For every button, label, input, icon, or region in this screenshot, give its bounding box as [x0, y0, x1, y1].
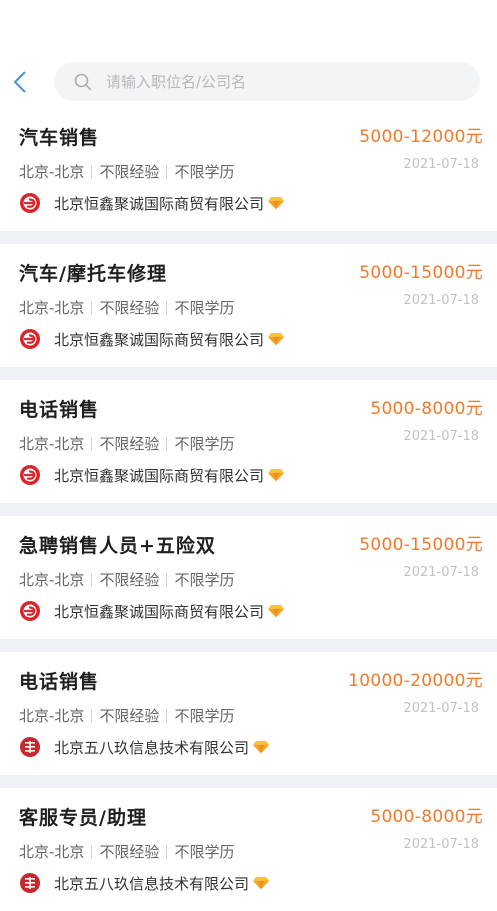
job-list: 汽车销售 5000-12000元 北京-北京 不限经验 不限学历 2021-07…: [0, 108, 497, 911]
company-logo-icon: [19, 192, 41, 214]
job-salary: 5000-8000元: [370, 807, 483, 827]
company-row: 北京恒鑫聚诚国际商贸有限公司: [19, 328, 285, 350]
company-row: 北京五八玖信息技术有限公司: [19, 736, 270, 758]
company-logo-icon: [19, 600, 41, 622]
job-card[interactable]: 客服专员/助理 5000-8000元 北京-北京 不限经验 不限学历 2021-…: [0, 788, 497, 911]
job-card[interactable]: 电话销售 5000-8000元 北京-北京 不限经验 不限学历 2021-07-…: [0, 380, 497, 503]
job-date: 2021-07-18: [403, 565, 479, 580]
job-tags: 北京-北京 不限经验 不限学历: [19, 841, 234, 862]
job-card[interactable]: 汽车/摩托车修理 5000-15000元 北京-北京 不限经验 不限学历 202…: [0, 244, 497, 367]
tag-divider: [91, 844, 93, 859]
separator: [0, 367, 497, 380]
search-bar: [0, 56, 497, 108]
job-location: 北京-北京: [19, 843, 85, 861]
company-name: 北京恒鑫聚诚国际商贸有限公司: [54, 602, 265, 621]
diamond-icon: [253, 740, 270, 754]
job-title: 汽车/摩托车修理: [19, 263, 167, 285]
job-title: 电话销售: [19, 399, 100, 421]
diamond-icon: [253, 876, 270, 890]
tag-divider: [91, 164, 93, 179]
job-title: 急聘销售人员+五险双: [19, 535, 216, 557]
company-logo-icon: [19, 464, 41, 486]
tag-divider: [166, 572, 168, 587]
tag-divider: [91, 572, 93, 587]
job-experience: 不限经验: [99, 163, 160, 181]
diamond-icon: [268, 604, 285, 618]
tag-divider: [91, 708, 93, 723]
tag-divider: [166, 708, 168, 723]
company-row: 北京恒鑫聚诚国际商贸有限公司: [19, 600, 285, 622]
company-row: 北京五八玖信息技术有限公司: [19, 872, 270, 894]
job-date: 2021-07-18: [403, 293, 479, 308]
job-location: 北京-北京: [19, 707, 85, 725]
tag-divider: [166, 300, 168, 315]
job-tags: 北京-北京 不限经验 不限学历: [19, 297, 234, 318]
company-row: 北京恒鑫聚诚国际商贸有限公司: [19, 464, 285, 486]
search-input[interactable]: [104, 71, 428, 92]
job-location: 北京-北京: [19, 435, 85, 453]
search-box[interactable]: [54, 62, 480, 101]
job-tags: 北京-北京 不限经验 不限学历: [19, 161, 234, 182]
job-date: 2021-07-18: [403, 157, 479, 172]
job-tags: 北京-北京 不限经验 不限学历: [19, 433, 234, 454]
job-location: 北京-北京: [19, 163, 85, 181]
job-salary: 5000-8000元: [370, 399, 483, 419]
job-experience: 不限经验: [99, 843, 160, 861]
company-name: 北京恒鑫聚诚国际商贸有限公司: [54, 194, 265, 213]
job-date: 2021-07-18: [403, 837, 479, 852]
job-salary: 10000-20000元: [348, 671, 483, 691]
company-logo-icon: [19, 328, 41, 350]
job-education: 不限学历: [174, 843, 235, 861]
job-tags: 北京-北京 不限经验 不限学历: [19, 569, 234, 590]
job-experience: 不限经验: [99, 299, 160, 317]
company-name: 北京恒鑫聚诚国际商贸有限公司: [54, 330, 265, 349]
job-salary: 5000-12000元: [359, 127, 483, 147]
job-experience: 不限经验: [99, 707, 160, 725]
separator: [0, 231, 497, 244]
job-education: 不限学历: [174, 571, 235, 589]
company-name: 北京五八玖信息技术有限公司: [54, 738, 250, 757]
job-date: 2021-07-18: [403, 429, 479, 444]
company-logo-icon: [19, 736, 41, 758]
job-experience: 不限经验: [99, 435, 160, 453]
job-card[interactable]: 电话销售 10000-20000元 北京-北京 不限经验 不限学历 2021-0…: [0, 652, 497, 775]
job-title: 客服专员/助理: [19, 807, 147, 829]
job-education: 不限学历: [174, 707, 235, 725]
tag-divider: [91, 436, 93, 451]
search-icon: [74, 73, 92, 91]
company-name: 北京五八玖信息技术有限公司: [54, 874, 250, 893]
job-card[interactable]: 急聘销售人员+五险双 5000-15000元 北京-北京 不限经验 不限学历 2…: [0, 516, 497, 639]
job-education: 不限学历: [174, 435, 235, 453]
job-title: 汽车销售: [19, 127, 100, 149]
tag-divider: [166, 436, 168, 451]
job-experience: 不限经验: [99, 571, 160, 589]
tag-divider: [166, 164, 168, 179]
job-card[interactable]: 汽车销售 5000-12000元 北京-北京 不限经验 不限学历 2021-07…: [0, 108, 497, 231]
job-education: 不限学历: [174, 299, 235, 317]
company-row: 北京恒鑫聚诚国际商贸有限公司: [19, 192, 285, 214]
tag-divider: [91, 300, 93, 315]
chevron-left-icon: [13, 71, 26, 93]
job-location: 北京-北京: [19, 299, 85, 317]
job-education: 不限学历: [174, 163, 235, 181]
job-salary: 5000-15000元: [359, 535, 483, 555]
job-salary: 5000-15000元: [359, 263, 483, 283]
separator: [0, 639, 497, 652]
diamond-icon: [268, 468, 285, 482]
separator: [0, 775, 497, 788]
job-location: 北京-北京: [19, 571, 85, 589]
status-bar: [0, 0, 497, 56]
job-date: 2021-07-18: [403, 701, 479, 716]
diamond-icon: [268, 332, 285, 346]
tag-divider: [166, 844, 168, 859]
job-title: 电话销售: [19, 671, 100, 693]
back-button[interactable]: [10, 68, 30, 96]
diamond-icon: [268, 196, 285, 210]
company-name: 北京恒鑫聚诚国际商贸有限公司: [54, 466, 265, 485]
company-logo-icon: [19, 872, 41, 894]
separator: [0, 503, 497, 516]
job-tags: 北京-北京 不限经验 不限学历: [19, 705, 234, 726]
